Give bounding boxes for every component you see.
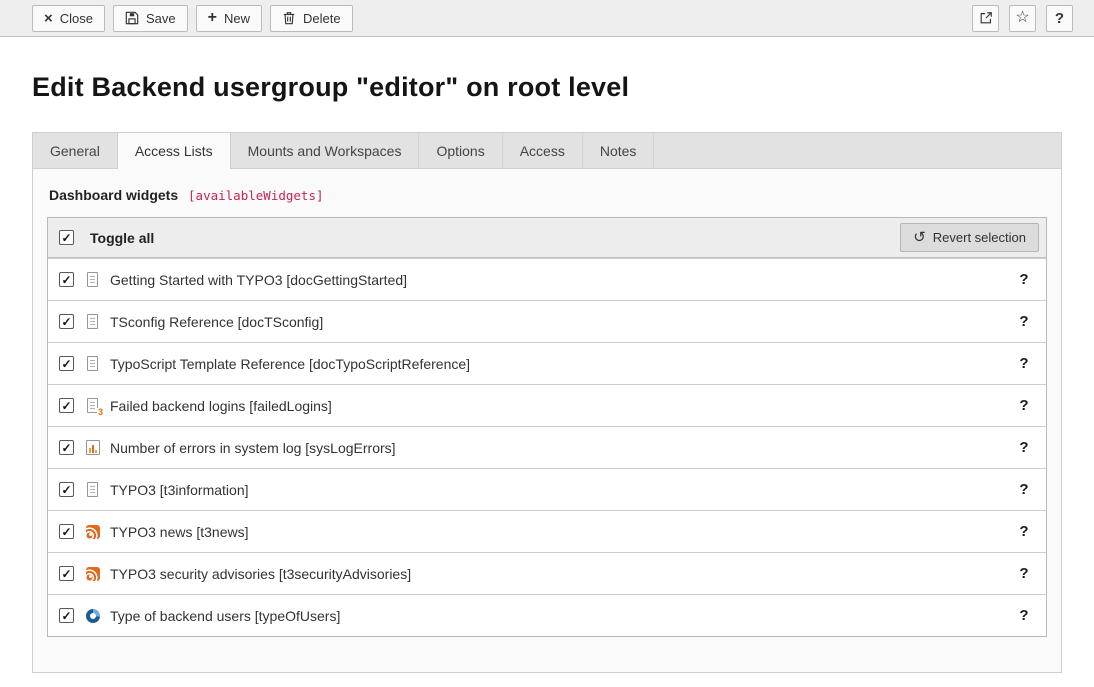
widget-label: Number of errors in system log [sysLogEr… bbox=[110, 440, 396, 456]
new-button-label: New bbox=[224, 11, 250, 26]
widget-label: TYPO3 news [t3news] bbox=[110, 524, 249, 540]
save-button-label: Save bbox=[146, 11, 176, 26]
row-help-icon[interactable]: ? bbox=[1013, 481, 1035, 498]
widget-row: ✓ Number of errors in system log [sysLog… bbox=[48, 426, 1046, 468]
revert-selection-button[interactable]: ↺ Revert selection bbox=[900, 223, 1039, 252]
tab-strip: General Access Lists Mounts and Workspac… bbox=[32, 132, 1062, 168]
row-help-icon[interactable]: ? bbox=[1013, 355, 1035, 372]
tab-notes[interactable]: Notes bbox=[583, 133, 655, 168]
row-help-icon[interactable]: ? bbox=[1013, 439, 1035, 456]
widget-pie-chart-icon bbox=[85, 608, 101, 624]
row-help-icon[interactable]: ? bbox=[1013, 397, 1035, 414]
widget-selector-list: ✓ Toggle all ↺ Revert selection ✓ Gettin… bbox=[47, 217, 1047, 637]
row-checkbox[interactable]: ✓ bbox=[59, 566, 74, 581]
row-checkbox[interactable]: ✓ bbox=[59, 398, 74, 413]
field-label: Dashboard widgets [availableWidgets] bbox=[49, 187, 1047, 203]
row-checkbox[interactable]: ✓ bbox=[59, 272, 74, 287]
widget-doc-icon bbox=[85, 356, 101, 372]
star-icon: ☆ bbox=[1015, 10, 1029, 26]
open-new-window-button[interactable] bbox=[972, 5, 999, 32]
close-icon: × bbox=[44, 11, 53, 26]
widget-doc-icon bbox=[85, 272, 101, 288]
widget-rss-icon bbox=[85, 524, 101, 540]
row-checkbox[interactable]: ✓ bbox=[59, 356, 74, 371]
bookmark-button[interactable]: ☆ bbox=[1009, 5, 1036, 32]
row-help-icon[interactable]: ? bbox=[1013, 313, 1035, 330]
widget-row: ✓ Type of backend users [typeOfUsers] ? bbox=[48, 594, 1046, 636]
list-header-row: ✓ Toggle all ↺ Revert selection bbox=[48, 218, 1046, 258]
widget-label: TSconfig Reference [docTSconfig] bbox=[110, 314, 323, 330]
delete-button[interactable]: Delete bbox=[270, 5, 353, 32]
plus-icon: + bbox=[208, 10, 217, 26]
row-help-icon[interactable]: ? bbox=[1013, 523, 1035, 540]
field-label-text: Dashboard widgets bbox=[49, 187, 178, 203]
module-body: Edit Backend usergroup "editor" on root … bbox=[0, 70, 1094, 673]
tab-mounts-and-workspaces[interactable]: Mounts and Workspaces bbox=[231, 133, 420, 168]
revert-icon: ↺ bbox=[913, 230, 926, 245]
tab-access-lists[interactable]: Access Lists bbox=[117, 133, 231, 169]
widget-row: ✓ Getting Started with TYPO3 [docGetting… bbox=[48, 258, 1046, 300]
widget-rss-icon bbox=[85, 566, 101, 582]
row-help-icon[interactable]: ? bbox=[1013, 271, 1035, 288]
tab-options[interactable]: Options bbox=[419, 133, 502, 168]
doc-header-actions: ☆ ? bbox=[972, 5, 1073, 32]
widget-doc-icon bbox=[85, 314, 101, 330]
question-icon: ? bbox=[1055, 11, 1064, 26]
page-title: Edit Backend usergroup "editor" on root … bbox=[32, 70, 1062, 104]
new-window-icon bbox=[979, 11, 993, 25]
row-checkbox[interactable]: ✓ bbox=[59, 440, 74, 455]
widget-number-icon bbox=[85, 398, 101, 414]
widget-row: ✓ TypoScript Template Reference [docTypo… bbox=[48, 342, 1046, 384]
widget-row: ✓ TYPO3 [t3information] ? bbox=[48, 468, 1046, 510]
tab-panel-access-lists: Dashboard widgets [availableWidgets] ✓ T… bbox=[32, 168, 1062, 673]
new-button[interactable]: + New bbox=[196, 5, 262, 32]
toggle-all-checkbox[interactable]: ✓ bbox=[59, 230, 74, 245]
tab-general[interactable]: General bbox=[33, 133, 118, 168]
widget-label: TypoScript Template Reference [docTypoSc… bbox=[110, 356, 470, 372]
save-button[interactable]: Save bbox=[113, 5, 188, 32]
field-code-name: [availableWidgets] bbox=[188, 188, 323, 203]
delete-button-label: Delete bbox=[303, 11, 341, 26]
widget-label: TYPO3 [t3information] bbox=[110, 482, 249, 498]
close-button[interactable]: × Close bbox=[32, 5, 105, 32]
toggle-all-label: Toggle all bbox=[90, 230, 154, 246]
row-checkbox[interactable]: ✓ bbox=[59, 524, 74, 539]
revert-selection-label: Revert selection bbox=[933, 230, 1026, 245]
doc-header-bar: × Close Save + New Delete bbox=[0, 0, 1094, 37]
widget-row: ✓ Failed backend logins [failedLogins] ? bbox=[48, 384, 1046, 426]
widget-label: Getting Started with TYPO3 [docGettingSt… bbox=[110, 272, 407, 288]
widget-label: Type of backend users [typeOfUsers] bbox=[110, 608, 340, 624]
widget-doc-icon bbox=[85, 482, 101, 498]
trash-icon bbox=[282, 11, 296, 25]
help-button[interactable]: ? bbox=[1046, 5, 1073, 32]
widget-row: ✓ TSconfig Reference [docTSconfig] ? bbox=[48, 300, 1046, 342]
widget-bar-chart-icon bbox=[85, 440, 101, 456]
row-help-icon[interactable]: ? bbox=[1013, 565, 1035, 582]
widget-label: Failed backend logins [failedLogins] bbox=[110, 398, 332, 414]
row-checkbox[interactable]: ✓ bbox=[59, 608, 74, 623]
widget-label: TYPO3 security advisories [t3securityAdv… bbox=[110, 566, 411, 582]
widget-row: ✓ TYPO3 security advisories [t3securityA… bbox=[48, 552, 1046, 594]
tab-access[interactable]: Access bbox=[503, 133, 583, 168]
close-button-label: Close bbox=[60, 11, 93, 26]
row-checkbox[interactable]: ✓ bbox=[59, 482, 74, 497]
widget-row: ✓ TYPO3 news [t3news] ? bbox=[48, 510, 1046, 552]
save-icon bbox=[125, 11, 139, 25]
row-checkbox[interactable]: ✓ bbox=[59, 314, 74, 329]
row-help-icon[interactable]: ? bbox=[1013, 607, 1035, 624]
